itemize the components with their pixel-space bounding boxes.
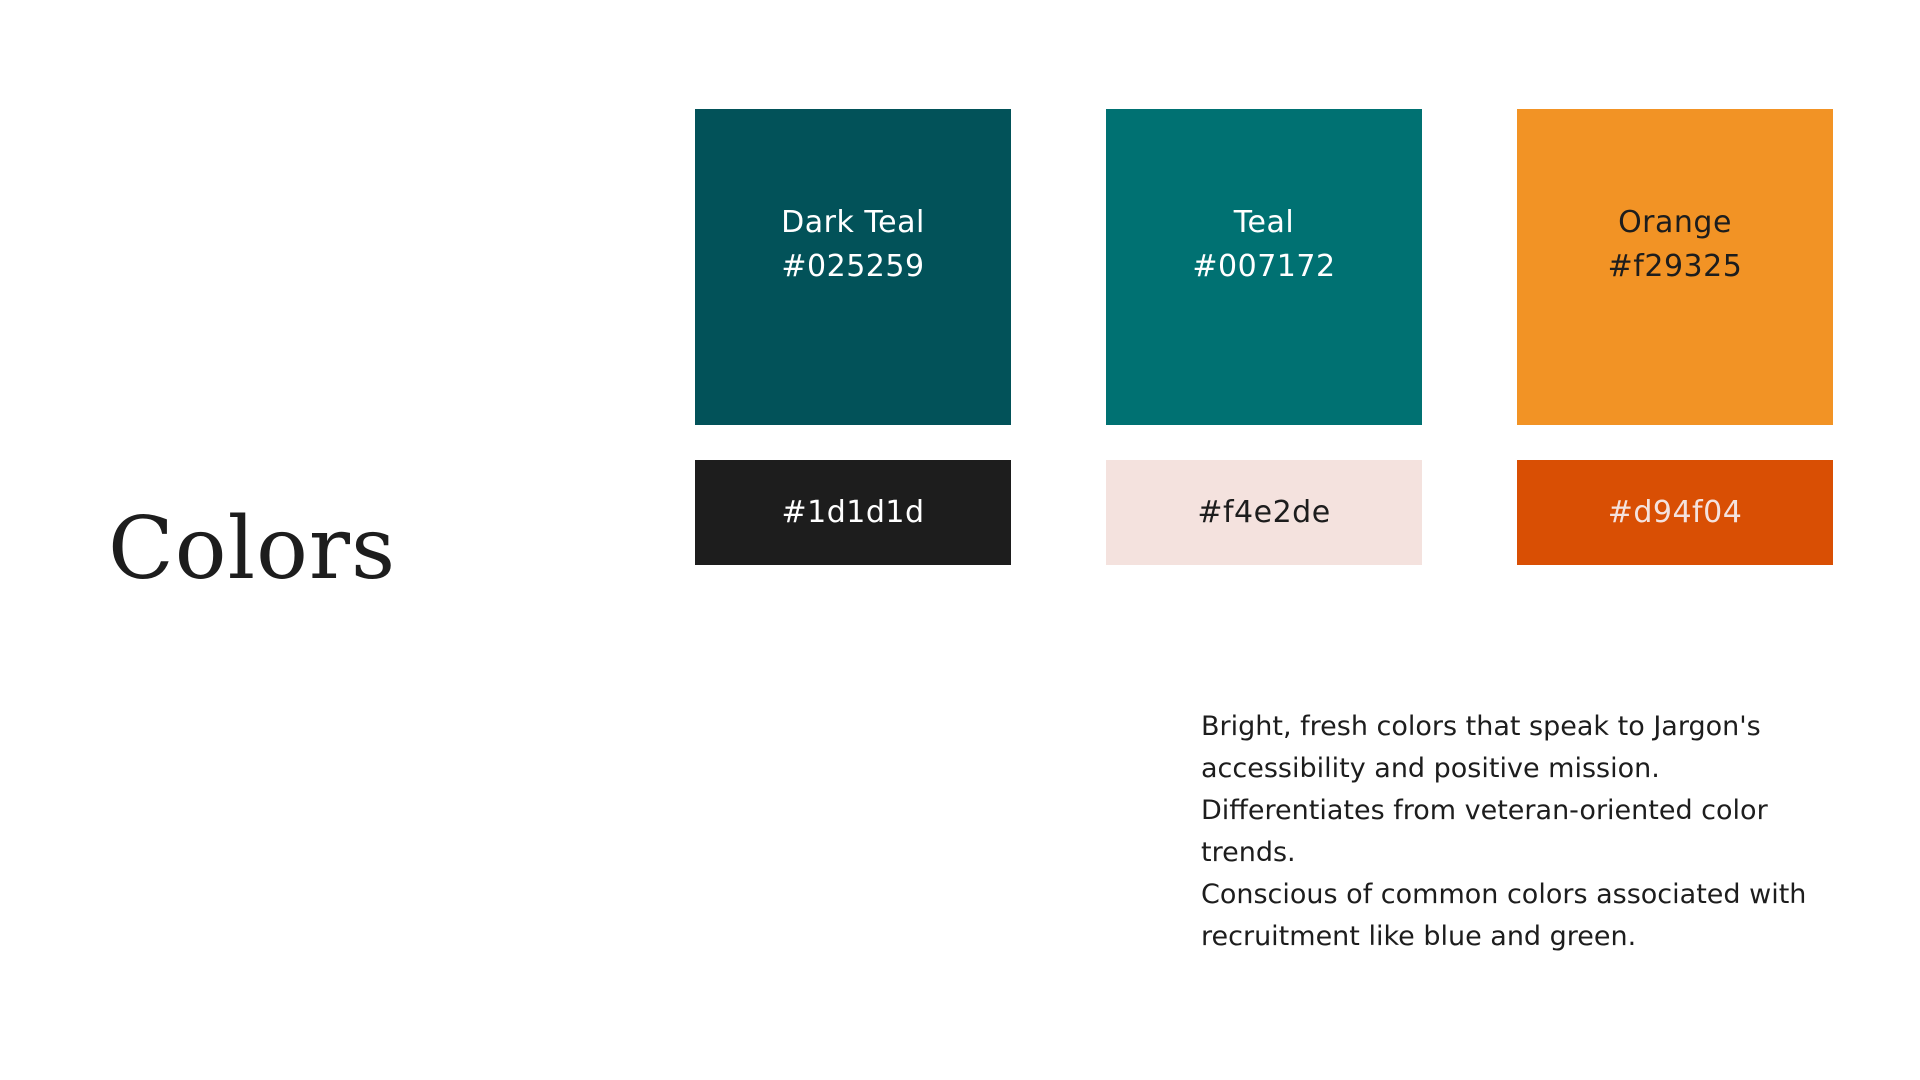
swatch-hex: #025259 <box>781 249 925 284</box>
swatch-hex: #007172 <box>1192 249 1336 284</box>
swatch-dark-teal: Dark Teal #025259 <box>695 109 1011 425</box>
page-title: Colors <box>108 499 397 599</box>
swatch-hex: #f29325 <box>1607 249 1743 284</box>
swatch-hex: #1d1d1d <box>781 494 925 530</box>
swatch-hex: #d94f04 <box>1607 494 1743 530</box>
description-line: Conscious of common colors associated wi… <box>1201 879 1807 952</box>
swatch-rust: #d94f04 <box>1517 460 1833 565</box>
swatch-name: Teal <box>1233 205 1295 240</box>
swatch-name: Dark Teal <box>781 205 925 240</box>
swatch-near-black: #1d1d1d <box>695 460 1011 565</box>
swatch-name: Orange <box>1618 205 1732 240</box>
description-line: Differentiates from veteran-oriented col… <box>1201 795 1768 868</box>
swatch-teal: Teal #007172 <box>1106 109 1422 425</box>
swatch-hex: #f4e2de <box>1197 494 1331 530</box>
swatch-blush: #f4e2de <box>1106 460 1422 565</box>
description-line: Bright, fresh colors that speak to Jargo… <box>1201 711 1761 784</box>
swatch-orange: Orange #f29325 <box>1517 109 1833 425</box>
description-text: Bright, fresh colors that speak to Jargo… <box>1201 706 1841 958</box>
